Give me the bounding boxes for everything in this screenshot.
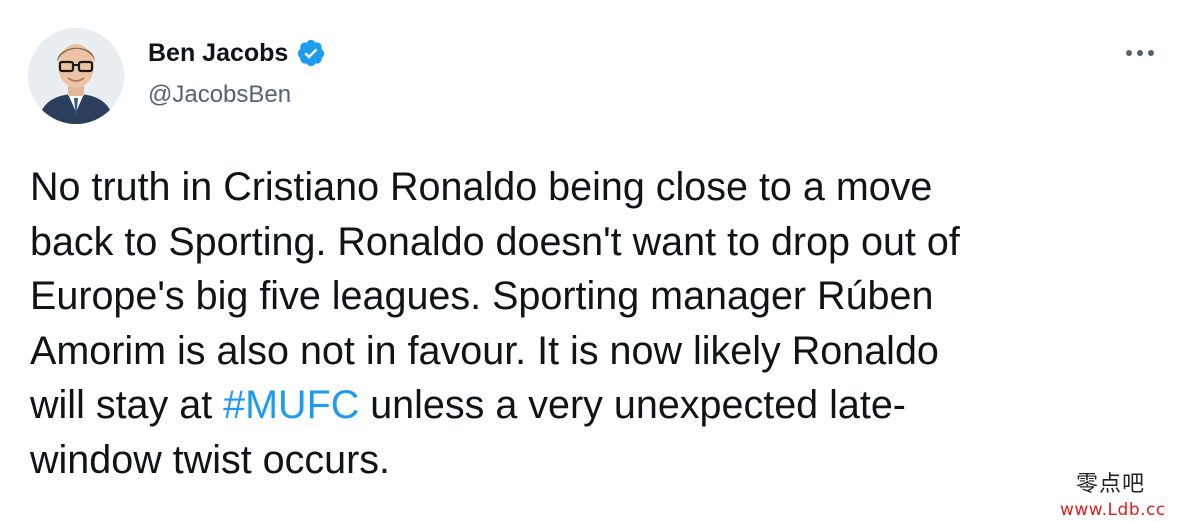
tweet-text-segment: window twist occurs. [30, 437, 390, 482]
avatar[interactable] [28, 28, 124, 124]
tweet-line: window twist occurs. [30, 433, 1155, 488]
tweet-line: back to Sporting. Ronaldo doesn't want t… [30, 215, 1155, 270]
tweet-line: will stay at #MUFC unless a very unexpec… [30, 378, 1155, 433]
hashtag-link-mufc[interactable]: #MUFC [223, 383, 359, 427]
tweet-text-segment: will stay at [30, 383, 224, 427]
verified-badge-icon [296, 38, 326, 68]
watermark-chinese-text: 零点吧 [1076, 472, 1146, 497]
tweet-text-segment: unless a very unexpected late- [359, 383, 906, 427]
tweet-line: No truth in Cristiano Ronaldo being clos… [30, 160, 1155, 215]
tweet-text-segment: back to Sporting. Ronaldo doesn't want t… [30, 219, 960, 264]
tweet-card: Ben Jacobs @JacobsBen No truth in Cristi… [0, 0, 1183, 521]
tweet-text: No truth in Cristiano Ronaldo being clos… [30, 160, 1155, 487]
watermark-url: www.Ldb.cc [1060, 500, 1166, 520]
tweet-text-segment: Amorim is also not in favour. It is now … [30, 328, 939, 373]
author-display-name[interactable]: Ben Jacobs [148, 38, 326, 68]
author-handle[interactable]: @JacobsBen [148, 80, 291, 110]
tweet-text-segment: Europe's big five leagues. Sporting mana… [30, 274, 934, 318]
more-horizontal-icon [1124, 45, 1156, 63]
tweet-line: Europe's big five leagues. Sporting mana… [30, 269, 1155, 324]
more-options-button[interactable] [1120, 36, 1160, 72]
avatar-image [28, 28, 124, 124]
author-name-text[interactable]: Ben Jacobs [148, 38, 288, 68]
tweet-line: Amorim is also not in favour. It is now … [30, 324, 1155, 379]
tweet-text-segment: No truth in Cristiano Ronaldo being clos… [30, 165, 933, 209]
